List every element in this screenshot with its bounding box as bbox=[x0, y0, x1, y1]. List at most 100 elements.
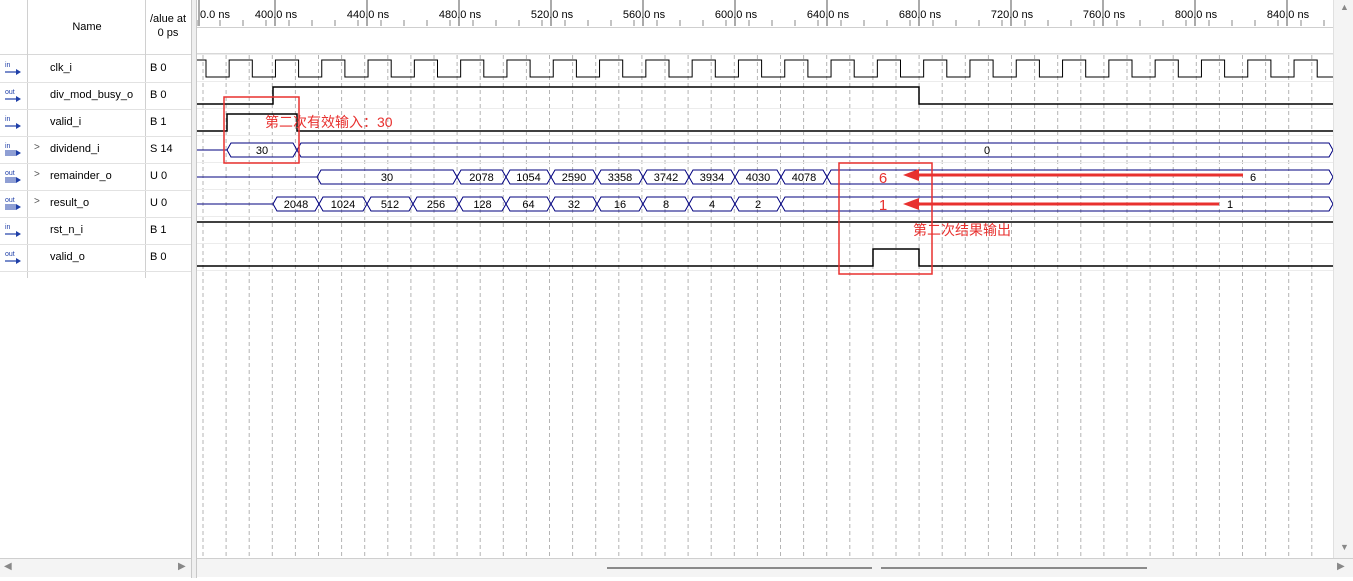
input-port-icon: in bbox=[4, 61, 22, 76]
time-ruler-label: 0.0 ns bbox=[200, 9, 230, 21]
signal-name: valid_i bbox=[50, 116, 82, 128]
remainder-callout-value: 6 bbox=[879, 170, 887, 187]
signal-value: U 0 bbox=[150, 170, 168, 182]
signal-name: clk_i bbox=[50, 62, 73, 74]
svg-text:in: in bbox=[5, 143, 11, 150]
remainder-o-value: 3742 bbox=[654, 172, 678, 184]
input-annotation-label: 第二次有效输入：30 bbox=[265, 114, 393, 130]
svg-text:out: out bbox=[5, 170, 15, 177]
name-column-header[interactable]: Name bbox=[28, 0, 146, 54]
signal-value: B 0 bbox=[150, 251, 167, 263]
scroll-left-icon[interactable]: ◀ bbox=[4, 561, 12, 572]
signal-name: valid_o bbox=[50, 251, 85, 263]
remainder-o-value: 3358 bbox=[608, 172, 632, 184]
signal-row-remainder_o[interactable]: out > remainder_o U 0 bbox=[0, 163, 191, 191]
output-port-icon: out bbox=[4, 88, 22, 103]
left-horizontal-scrollbar[interactable]: ◀ ▶ bbox=[0, 558, 191, 577]
div-mod-busy-o-waveform bbox=[197, 86, 1333, 105]
scroll-right-icon[interactable]: ▶ bbox=[1337, 561, 1345, 572]
remainder-o-value: 3934 bbox=[700, 172, 724, 184]
signal-row-result_o[interactable]: out > result_o U 0 bbox=[0, 190, 191, 218]
signal-row-clk_i[interactable]: in clk_i B 0 bbox=[0, 55, 191, 83]
time-ruler-label: 640.0 ns bbox=[807, 9, 850, 21]
remainder-o-segment bbox=[826, 169, 1334, 185]
time-ruler-label: 560.0 ns bbox=[623, 9, 666, 21]
expand-chevron-icon[interactable]: > bbox=[34, 142, 40, 153]
signal-name: rst_n_i bbox=[50, 224, 84, 236]
result-o-value: 1024 bbox=[331, 199, 355, 211]
remainder-o-value: 2078 bbox=[469, 172, 493, 184]
signal-row-valid_i[interactable]: in valid_i B 1 bbox=[0, 109, 191, 137]
time-ruler-label: 840.0 ns bbox=[1267, 9, 1310, 21]
expand-chevron-icon[interactable]: > bbox=[34, 169, 40, 180]
time-ruler-label: 520.0 ns bbox=[531, 9, 574, 21]
remainder-o-value: 30 bbox=[381, 172, 393, 184]
scroll-right-icon[interactable]: ▶ bbox=[178, 561, 186, 572]
result-arrow-head bbox=[903, 198, 919, 210]
input-port-icon: in bbox=[4, 223, 22, 238]
result-o-value: 32 bbox=[568, 199, 580, 211]
result-o-value: 2048 bbox=[284, 199, 308, 211]
svg-text:in: in bbox=[5, 62, 11, 69]
dividend-i-value: 0 bbox=[984, 145, 990, 157]
signal-value: B 1 bbox=[150, 116, 167, 128]
svg-text:out: out bbox=[5, 251, 15, 258]
signal-list-header: Name /alue at 0 ps bbox=[0, 0, 191, 55]
signal-row-div_mod_busy_o[interactable]: out div_mod_busy_o B 0 bbox=[0, 82, 191, 110]
time-ruler-label: 400.0 ns bbox=[255, 9, 298, 21]
result-o-value: 256 bbox=[427, 199, 445, 211]
signal-name: div_mod_busy_o bbox=[50, 89, 134, 101]
output-port-icon: out bbox=[4, 196, 22, 211]
svg-text:in: in bbox=[5, 224, 11, 231]
result-o-value: 8 bbox=[663, 199, 669, 211]
time-ruler-label: 760.0 ns bbox=[1083, 9, 1126, 21]
time-ruler-label: 480.0 ns bbox=[439, 9, 482, 21]
signal-row-dividend_i[interactable]: in > dividend_i S 14 bbox=[0, 136, 191, 164]
result-o-value: 16 bbox=[614, 199, 626, 211]
remainder-o-value: 2590 bbox=[562, 172, 586, 184]
result-callout-value: 1 bbox=[879, 197, 887, 214]
time-ruler-label: 800.0 ns bbox=[1175, 9, 1218, 21]
signal-row-valid_o[interactable]: out valid_o B 0 bbox=[0, 244, 191, 272]
scroll-down-icon[interactable]: ▼ bbox=[1340, 542, 1349, 552]
dividend-i-value: 30 bbox=[256, 145, 268, 157]
time-ruler-label: 680.0 ns bbox=[899, 9, 942, 21]
scrollbar-thumb-left[interactable] bbox=[607, 567, 872, 569]
remainder-o-value: 6 bbox=[1250, 172, 1256, 184]
signal-name: dividend_i bbox=[50, 143, 100, 155]
signal-value: U 0 bbox=[150, 197, 168, 209]
result-o-value: 64 bbox=[522, 199, 534, 211]
waveform-pane[interactable]: 0.0 ns 400.0 ns 440.0 ns 480.0 ns 520.0 ns 56… bbox=[196, 0, 1353, 578]
result-o-value: 4 bbox=[709, 199, 715, 211]
result-o-value: 512 bbox=[381, 199, 399, 211]
input-port-icon: in bbox=[4, 142, 22, 157]
vertical-scrollbar[interactable]: ▲ ▼ bbox=[1333, 0, 1353, 558]
time-ruler-label: 600.0 ns bbox=[715, 9, 758, 21]
signal-value: B 1 bbox=[150, 224, 167, 236]
scroll-up-icon[interactable]: ▲ bbox=[1340, 2, 1349, 12]
clk-i-waveform bbox=[197, 59, 1333, 78]
remainder-o-value: 4078 bbox=[792, 172, 816, 184]
dividend-i-segment bbox=[296, 142, 1334, 158]
waveform-horizontal-scrollbar[interactable]: ▶ bbox=[197, 558, 1353, 577]
time-ruler-label: 720.0 ns bbox=[991, 9, 1034, 21]
input-port-icon: in bbox=[4, 115, 22, 130]
valid-o-waveform bbox=[197, 248, 1333, 267]
scrollbar-thumb-right[interactable] bbox=[881, 567, 1147, 569]
time-ruler-label: 440.0 ns bbox=[347, 9, 390, 21]
signal-row-rst_n_i[interactable]: in rst_n_i B 1 bbox=[0, 217, 191, 245]
value-column-header[interactable]: /alue at 0 ps bbox=[146, 12, 190, 40]
value-header-line2: 0 ps bbox=[157, 27, 179, 39]
svg-text:out: out bbox=[5, 197, 15, 204]
svg-text:in: in bbox=[5, 116, 11, 123]
output-port-icon: out bbox=[4, 250, 22, 265]
value-header-line1: /alue at bbox=[149, 13, 187, 25]
output-port-icon: out bbox=[4, 169, 22, 184]
signal-name: remainder_o bbox=[50, 170, 112, 182]
waveform-canvas[interactable]: 0.0 ns 400.0 ns 440.0 ns 480.0 ns 520.0 ns 56… bbox=[196, 0, 1353, 578]
signal-name: result_o bbox=[50, 197, 90, 209]
remainder-arrow-head bbox=[903, 169, 919, 181]
expand-chevron-icon[interactable]: > bbox=[34, 196, 40, 207]
output-annotation-label: 第二次结果输出 bbox=[913, 222, 1011, 238]
remainder-o-value: 1054 bbox=[516, 172, 540, 184]
